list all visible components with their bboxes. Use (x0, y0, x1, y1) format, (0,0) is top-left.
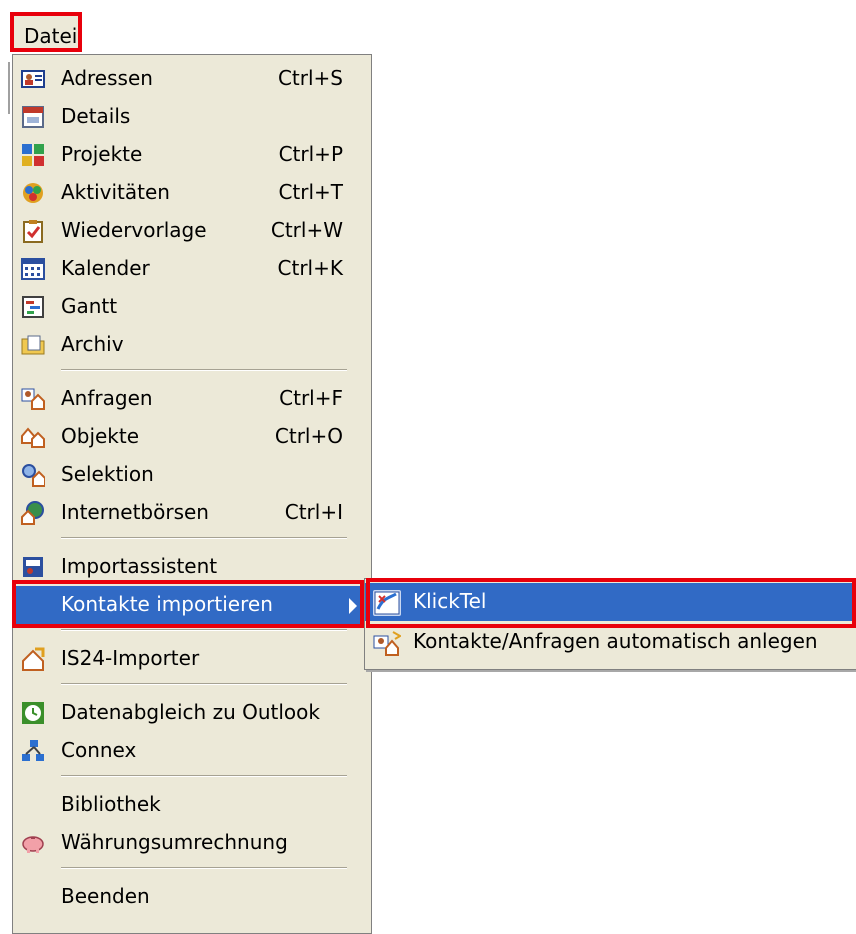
selection-icon (22, 464, 45, 487)
menu-separator (61, 867, 347, 869)
submenu-arrow-icon (349, 598, 357, 614)
menu-item-archiv[interactable]: Archiv (13, 326, 371, 364)
globe-house-icon (21, 501, 44, 525)
menu-separator (61, 369, 347, 371)
details-window-icon (22, 106, 44, 128)
menu-datei[interactable]: Datei (10, 12, 82, 52)
submenu-item-kontakte-anfragen-anlegen[interactable]: Kontakte/Anfragen automatisch anlegen (365, 623, 856, 661)
sync-clock-icon (22, 702, 44, 724)
menu-item-kontakte-importieren[interactable]: Kontakte importieren (13, 586, 371, 624)
menu-item-is24-importer[interactable]: IS24-Importer (13, 640, 371, 678)
network-icon (22, 740, 44, 761)
gantt-icon (22, 296, 44, 318)
activities-icon (23, 183, 43, 203)
inquiries-icon (21, 388, 45, 410)
menu-item-connex[interactable]: Connex (13, 732, 371, 770)
import-assistant-icon (23, 557, 43, 577)
is24-importer-icon (22, 647, 45, 671)
menu-item-details[interactable]: Details (13, 98, 371, 136)
piggy-bank-icon (22, 836, 44, 853)
menu-item-importassistent[interactable]: Importassistent (13, 548, 371, 586)
archive-folder-icon (21, 335, 45, 355)
calendar-icon (21, 258, 45, 280)
menu-separator (61, 537, 347, 539)
menu-item-adressen[interactable]: Adressen Ctrl+S (13, 60, 371, 98)
menu-item-projekte[interactable]: Projekte Ctrl+P (13, 136, 371, 174)
menu-separator (61, 775, 347, 777)
datei-dropdown-menu: Adressen Ctrl+S Details Projekte Ctrl+P … (12, 54, 372, 934)
menu-item-waehrungsumrechnung[interactable]: Währungsumrechnung (13, 824, 371, 862)
projects-icon (22, 144, 44, 166)
address-card-icon (21, 70, 45, 88)
menu-item-wiedervorlage[interactable]: Wiedervorlage Ctrl+W (13, 212, 371, 250)
auto-create-contacts-icon (373, 631, 401, 656)
klicktel-icon (373, 590, 401, 616)
houses-icon (21, 427, 45, 448)
menu-separator (61, 683, 347, 685)
kontakte-importieren-submenu: KlickTel Kontakte/Anfragen automatisch a… (364, 578, 856, 670)
menu-item-objekte[interactable]: Objekte Ctrl+O (13, 418, 371, 456)
menu-item-datenabgleich-outlook[interactable]: Datenabgleich zu Outlook (13, 694, 371, 732)
clipboard-check-icon (23, 220, 43, 243)
menu-item-gantt[interactable]: Gantt (13, 288, 371, 326)
menu-item-bibliothek[interactable]: Bibliothek (13, 786, 371, 824)
menu-item-aktivitaeten[interactable]: Aktivitäten Ctrl+T (13, 174, 371, 212)
menu-item-anfragen[interactable]: Anfragen Ctrl+F (13, 380, 371, 418)
menu-item-selektion[interactable]: Selektion (13, 456, 371, 494)
submenu-item-klicktel[interactable]: KlickTel (365, 583, 856, 621)
toolbar-grip (4, 62, 10, 114)
menu-item-kalender[interactable]: Kalender Ctrl+K (13, 250, 371, 288)
menu-item-beenden[interactable]: Beenden (13, 878, 371, 916)
menu-datei-label: Datei (24, 24, 78, 48)
menu-separator (61, 629, 347, 631)
menu-item-internetboersen[interactable]: Internetbörsen Ctrl+I (13, 494, 371, 532)
